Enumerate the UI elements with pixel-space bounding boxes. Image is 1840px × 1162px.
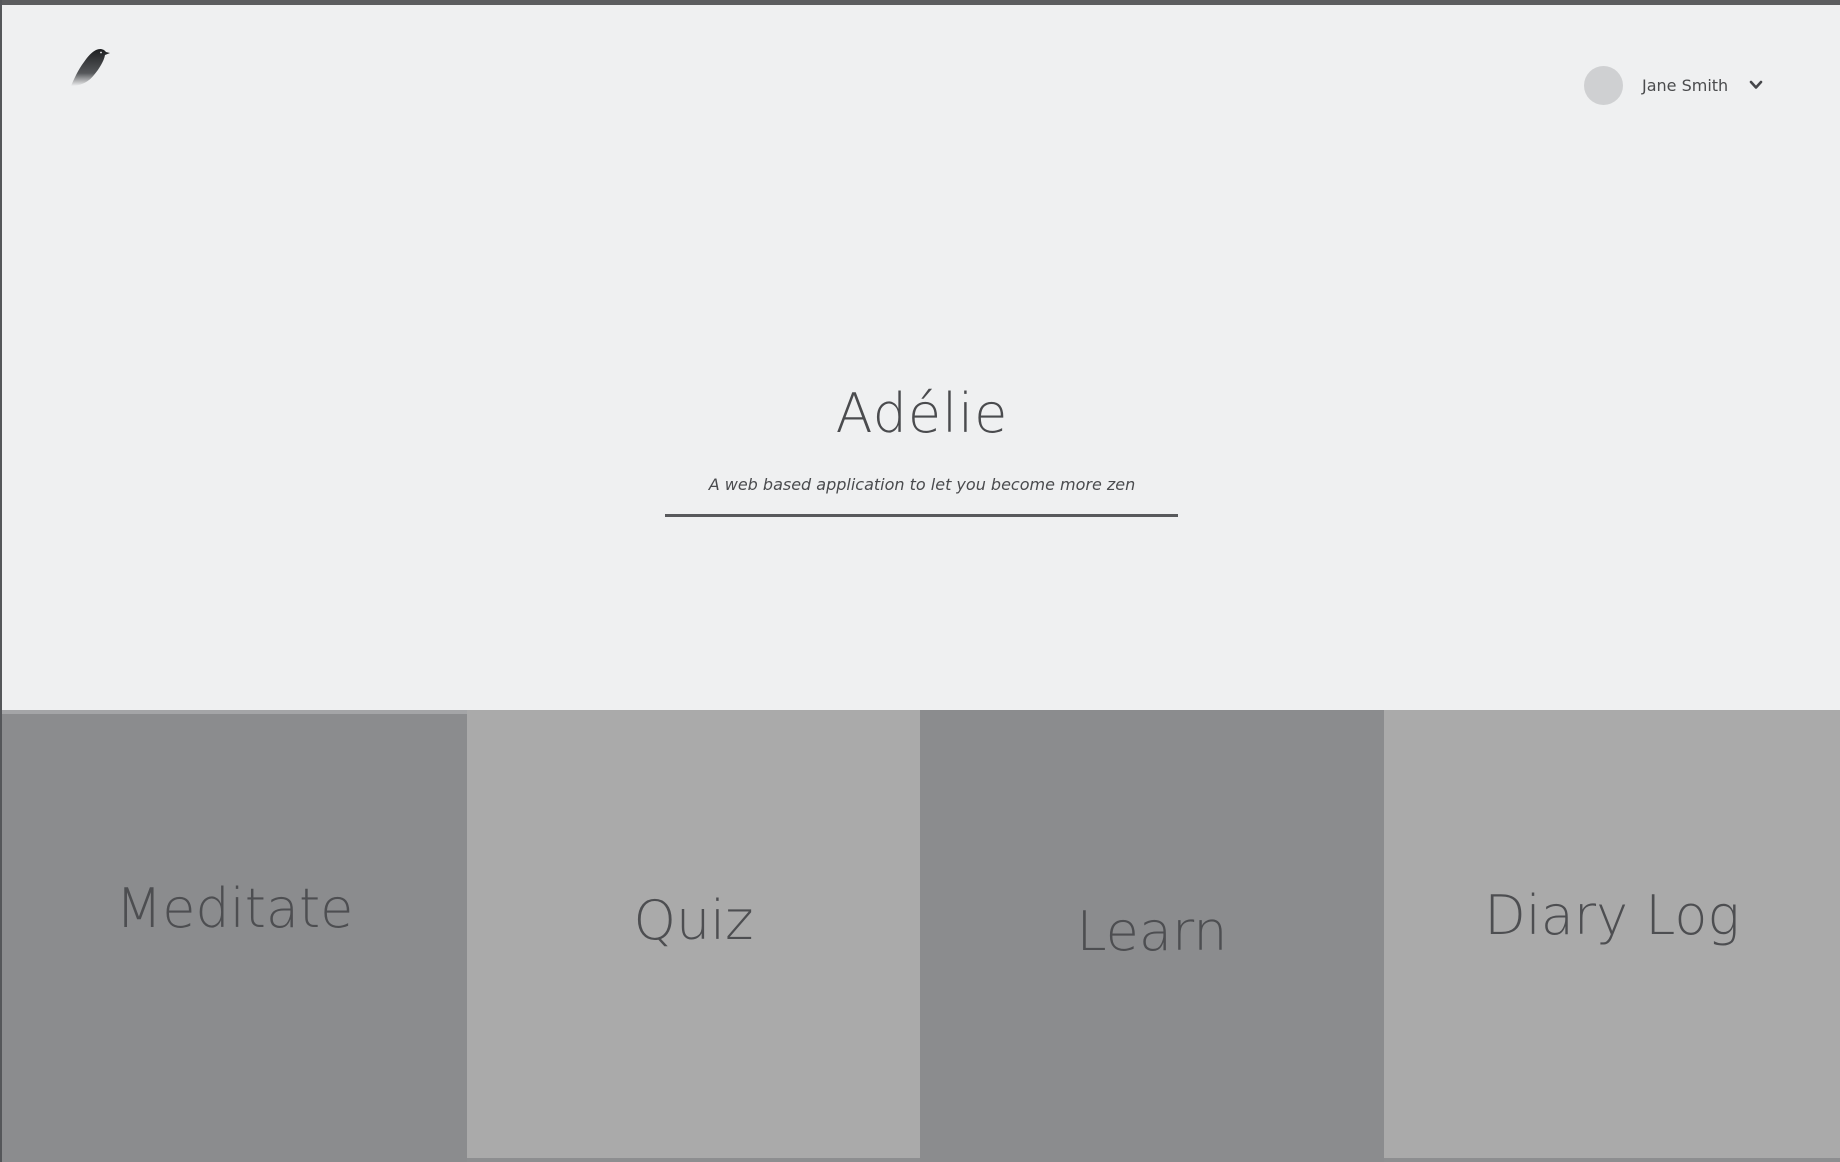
tile-top-edge	[2, 710, 467, 714]
tile-bottom-edge	[1384, 1158, 1840, 1162]
tile-quiz[interactable]: Quiz	[467, 710, 920, 1162]
page-title: Adélie	[835, 382, 1009, 445]
tile-diary-log[interactable]: Diary Log	[1384, 710, 1840, 1162]
tile-bottom-edge	[467, 1158, 920, 1162]
tile-label-diary-log: Diary Log	[1484, 884, 1740, 947]
tile-meditate[interactable]: Meditate	[2, 710, 467, 1162]
user-menu[interactable]: Jane Smith	[1584, 65, 1764, 105]
user-name[interactable]: Jane Smith	[1642, 76, 1728, 95]
hero-section: Jane Smith Adélie A web based applicatio…	[2, 5, 1840, 710]
feature-tiles: Meditate Quiz Learn Diary Log	[2, 710, 1840, 1162]
tile-label-meditate: Meditate	[115, 877, 354, 940]
avatar[interactable]	[1584, 65, 1623, 105]
page-subtitle: A web based application to let you becom…	[708, 475, 1136, 494]
chevron-down-icon[interactable]	[1748, 77, 1764, 93]
left-border	[0, 0, 2, 1162]
tile-label-learn: Learn	[1076, 900, 1228, 963]
tile-label-quiz: Quiz	[633, 889, 754, 952]
tile-learn[interactable]: Learn	[920, 710, 1384, 1162]
bird-logo-icon[interactable]	[68, 45, 112, 89]
title-divider	[665, 514, 1178, 517]
